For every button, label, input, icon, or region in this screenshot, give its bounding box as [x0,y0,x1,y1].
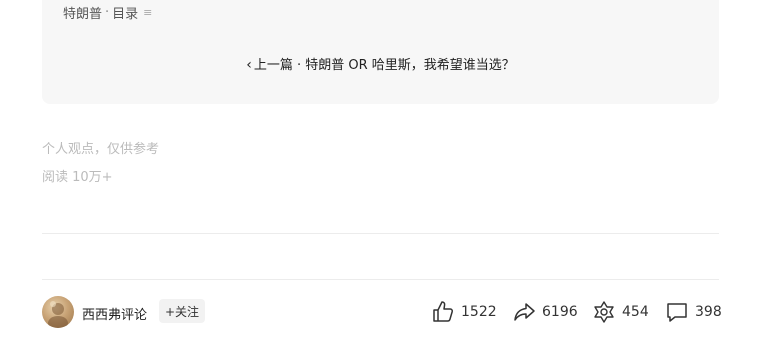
recommend-count: 454 [622,304,649,320]
catalog-link[interactable]: 特朗普 · 目录 ≡ [63,3,152,22]
series-name: 特朗普 [63,7,103,22]
share-button[interactable]: 6196 [512,299,578,325]
divider [42,233,719,234]
share-icon [514,303,535,321]
avatar-image [48,301,68,328]
prev-article-link[interactable]: ‹ 上一篇 · 特朗普 OR 哈里斯，我希望谁当选？ [42,54,719,73]
menu-icon: ≡ [143,6,153,19]
recommend-button[interactable]: 454 [592,299,649,325]
share-count: 6196 [542,304,578,320]
author-name[interactable]: 西西弗评论 [82,304,147,323]
article-footer-bar: 西西弗评论 +关注 1522 6196 454 398 [42,295,722,329]
prev-label: 上一篇 [253,58,293,73]
read-count: 阅读 10万+ [42,170,113,185]
comment-button[interactable]: 398 [665,299,722,325]
comment-count: 398 [695,304,722,320]
avatar[interactable] [42,296,74,328]
like-button[interactable]: 1522 [431,299,497,325]
catalog-separator: · [105,5,110,20]
prev-separator: · [296,58,302,73]
article-catalog-card: 特朗普 · 目录 ≡ ‹ 上一篇 · 特朗普 OR 哈里斯，我希望谁当选？ [42,0,719,104]
divider [42,279,719,280]
chevron-left-icon: ‹ [246,57,252,73]
like-count: 1522 [461,304,497,320]
disclaimer-text: 个人观点，仅供参考 [42,142,160,157]
catalog-label: 目录 [112,7,139,22]
follow-button[interactable]: +关注 [159,299,206,323]
comment-icon [667,303,687,322]
thumbs-up-icon [433,301,454,322]
recommend-icon [594,301,614,323]
prev-article-title: 特朗普 OR 哈里斯，我希望谁当选？ [305,58,515,73]
